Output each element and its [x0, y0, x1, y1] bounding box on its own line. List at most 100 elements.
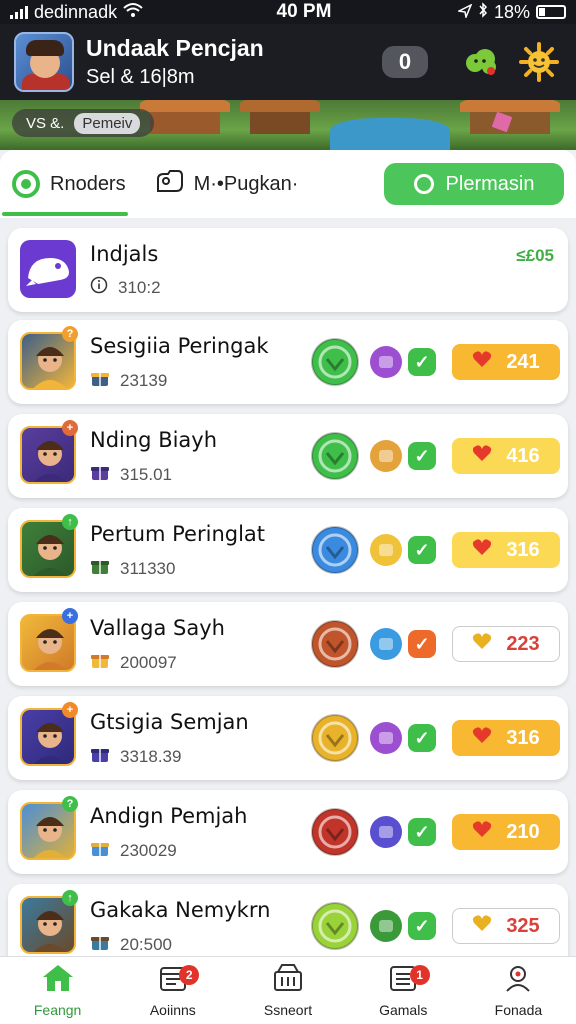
check-icon[interactable]: ✓ [408, 912, 436, 940]
hearts-pill[interactable]: 210 [452, 814, 560, 850]
tab-rnoders[interactable]: Rnoders [2, 150, 128, 218]
tab-bar: Rnoders M·•Pugkan· Plermasin [0, 150, 576, 218]
battery-icon [536, 5, 566, 19]
emblem-icon[interactable] [368, 438, 404, 474]
hearts-pill[interactable]: 223 [452, 626, 560, 662]
hearts-value: 316 [506, 538, 540, 561]
gift-icon [90, 462, 110, 487]
nav-home[interactable]: Feangn [0, 957, 115, 1024]
player-name: Undaak Pencjan [86, 35, 264, 61]
nav-profile[interactable]: Fonada [461, 957, 576, 1024]
rank-badge-icon[interactable] [310, 713, 360, 763]
nav-games[interactable]: 1 Gamals [346, 957, 461, 1024]
player-subtitle: Sel & 16|8m [86, 66, 195, 88]
location-icon [456, 2, 473, 23]
emblem-icon[interactable] [368, 626, 404, 662]
emblem-icon[interactable] [368, 344, 404, 380]
nav-label: Gamals [379, 1002, 428, 1018]
store-icon [272, 963, 304, 998]
group-icon [156, 169, 184, 199]
hearts-pill[interactable]: 325 [452, 908, 560, 944]
game-sub: 3318.39 [90, 744, 181, 769]
emblem-icon[interactable] [368, 720, 404, 756]
gift-icon [90, 556, 110, 581]
game-sub: 311330 [90, 556, 175, 581]
sun-icon[interactable] [516, 39, 562, 85]
game-row[interactable]: + Gtsigia Semjan 3318.39 ✓ 316 [8, 696, 568, 780]
game-row[interactable]: ? Sesigiia Peringak 23139 ✓ 241 [8, 320, 568, 404]
rank-badge-icon[interactable] [310, 337, 360, 387]
hearts-pill[interactable]: 316 [452, 720, 560, 756]
featured-card[interactable]: Indjals 310:2 ≤£05 [8, 228, 568, 312]
card-score: ≤£05 [516, 246, 554, 265]
rank-badge-icon[interactable] [310, 431, 360, 481]
carrier-name: dedinnadk [34, 1, 118, 22]
game-row[interactable]: ? Andign Pemjah 230029 ✓ 210 [8, 790, 568, 874]
bird-icon [20, 240, 76, 298]
game-sub-value: 20:500 [120, 934, 172, 954]
game-title: Gtsigia Semjan [90, 710, 249, 734]
game-title: Gakaka Nemykrn [90, 898, 271, 922]
heart-icon [472, 538, 492, 562]
hearts-pill[interactable]: 416 [452, 438, 560, 474]
gift-icon [90, 744, 110, 769]
profile-icon [503, 963, 533, 998]
level-badge: + [62, 420, 78, 436]
check-icon[interactable]: ✓ [408, 818, 436, 846]
emblem-icon[interactable] [368, 532, 404, 568]
status-bar: dedinnadk 40 PM 18% [0, 0, 576, 24]
game-row[interactable]: + Vallaga Sayh 200097 ✓ 223 [8, 602, 568, 686]
emblem-icon[interactable] [368, 814, 404, 850]
level-badge: ↑ [62, 514, 78, 530]
gift-icon [90, 932, 110, 957]
heart-icon [472, 726, 492, 750]
hearts-pill[interactable]: 316 [452, 532, 560, 568]
heart-icon [472, 914, 492, 938]
hearts-pill[interactable]: 241 [452, 344, 560, 380]
heart-icon [472, 632, 492, 656]
info-icon [90, 276, 108, 299]
nav-store[interactable]: Ssneort [230, 957, 345, 1024]
game-row[interactable]: ↑ Pertum Peringlat 311330 ✓ 316 [8, 508, 568, 592]
game-row[interactable]: + Nding Biayh 315.01 ✓ 416 [8, 414, 568, 498]
game-title: Pertum Peringlat [90, 522, 266, 546]
battery-percent: 18% [493, 1, 530, 22]
game-sub: 230029 [90, 838, 177, 863]
game-sub: 23139 [90, 368, 167, 393]
clock: 40 PM [276, 1, 332, 22]
plermasin-button[interactable]: Plermasin [384, 163, 564, 205]
nav-label: Aoiinns [149, 1002, 196, 1018]
profile-header: Undaak Pencjan Sel & 16|8m 0 [0, 24, 576, 100]
level-badge: ↑ [62, 890, 78, 906]
rank-badge-icon[interactable] [310, 901, 360, 951]
game-title: Nding Biayh [90, 428, 218, 452]
cloud-icon[interactable] [458, 39, 504, 85]
mode-pill[interactable]: VS &. Pemeiv [12, 109, 155, 137]
heart-icon [472, 350, 492, 374]
notification-badge: 1 [409, 965, 430, 985]
game-sub-value: 230029 [120, 840, 177, 860]
rank-badge-icon[interactable] [310, 525, 360, 575]
check-icon[interactable]: ✓ [408, 442, 436, 470]
notification-badge: 2 [179, 965, 200, 985]
gift-icon [90, 838, 110, 863]
check-icon[interactable]: ✓ [408, 724, 436, 752]
level-badge: ? [62, 796, 78, 812]
check-icon[interactable]: ✓ [408, 630, 436, 658]
check-icon[interactable]: ✓ [408, 536, 436, 564]
check-icon[interactable]: ✓ [408, 348, 436, 376]
nav-actions[interactable]: 2 Aoiinns [115, 957, 230, 1024]
rank-badge-icon[interactable] [310, 807, 360, 857]
card-sub: 310:2 [90, 276, 161, 299]
avatar[interactable] [14, 32, 74, 92]
emblem-icon[interactable] [368, 908, 404, 944]
game-title: Sesigiia Peringak [90, 334, 269, 358]
count-badge[interactable]: 0 [382, 46, 428, 78]
game-sub-value: 311330 [120, 558, 176, 578]
hearts-value: 416 [506, 444, 540, 467]
cta-label: Plermasin [445, 172, 535, 195]
tab-pugkan[interactable]: M·•Pugkan· [156, 150, 298, 218]
signal-icon [10, 5, 28, 19]
rank-badge-icon[interactable] [310, 619, 360, 669]
circle-icon [413, 174, 434, 194]
